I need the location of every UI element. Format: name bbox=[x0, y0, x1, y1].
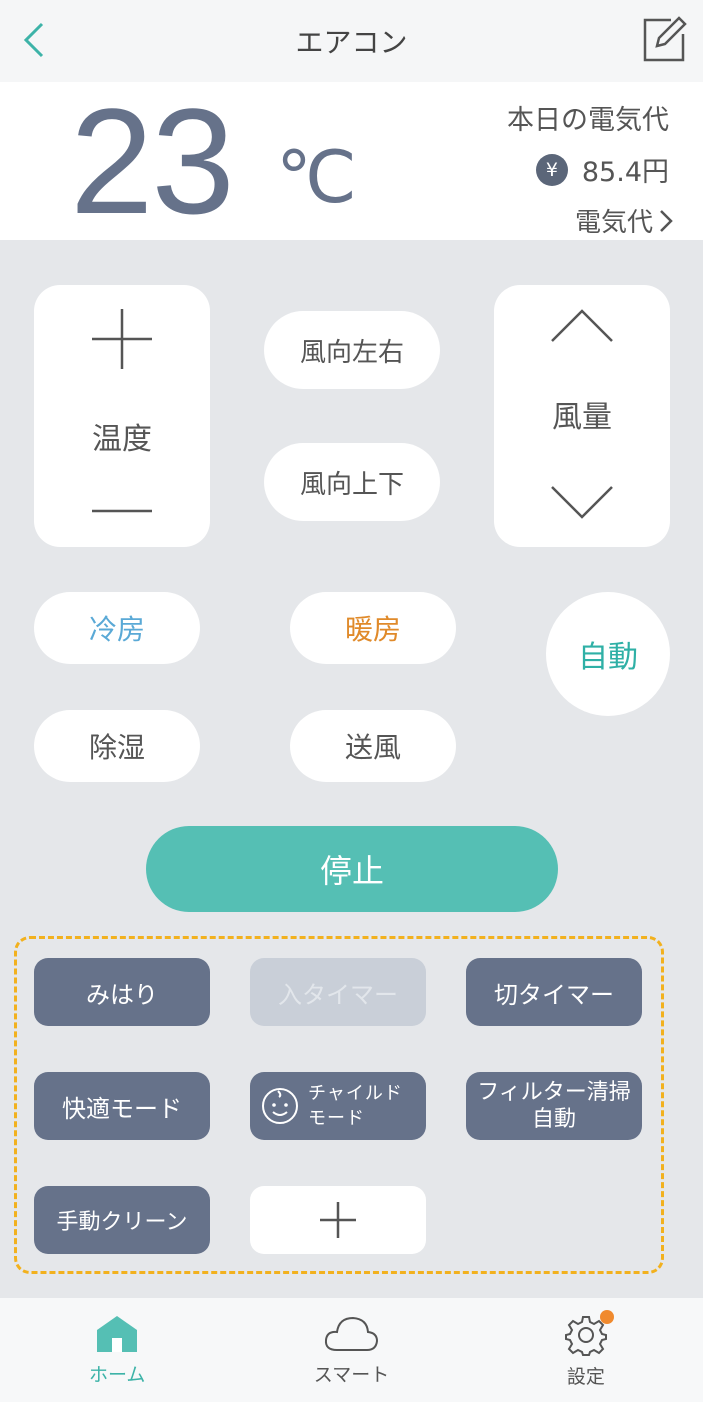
off-timer-button[interactable]: 切タイマー bbox=[466, 958, 642, 1026]
app-header bbox=[0, 0, 703, 82]
fan-speed-label: 風量 bbox=[552, 400, 612, 435]
mode-fan-button[interactable]: 送風 bbox=[290, 710, 456, 782]
manual-clean-button[interactable]: 手動クリーン bbox=[34, 1186, 210, 1254]
on-timer-button[interactable]: 入タイマー bbox=[250, 958, 426, 1026]
back-button[interactable] bbox=[14, 18, 54, 62]
notification-badge bbox=[599, 1310, 614, 1324]
add-function-button[interactable] bbox=[250, 1186, 426, 1254]
home-icon bbox=[97, 1316, 138, 1352]
child-face-icon bbox=[262, 1088, 298, 1124]
fan-speed-control: 風量 bbox=[494, 285, 670, 547]
child-mode-button[interactable]: チャイルド モード bbox=[250, 1072, 426, 1140]
chevron-right-icon bbox=[660, 209, 673, 232]
cost-row: ¥ 85.4円 bbox=[535, 150, 669, 189]
nav-smart[interactable]: スマート bbox=[234, 1298, 468, 1402]
mode-heat-button[interactable]: 暖房 bbox=[290, 592, 456, 664]
edit-button[interactable] bbox=[638, 14, 690, 66]
cost-title: 本日の電気代 bbox=[507, 105, 669, 136]
wind-direction-lr-button[interactable]: 風向左右 bbox=[264, 311, 440, 389]
nav-settings-label: 設定 bbox=[566, 1366, 605, 1388]
temperature-control: 温度 bbox=[34, 285, 210, 547]
fan-speed-down-button[interactable] bbox=[550, 483, 614, 521]
nav-home-label: ホーム bbox=[88, 1364, 146, 1386]
mode-dry-button[interactable]: 除湿 bbox=[34, 710, 200, 782]
filter-clean-auto-button[interactable]: フィルター清掃 自動 bbox=[466, 1072, 642, 1140]
temperature-unit: ℃ bbox=[276, 138, 357, 218]
temperature-down-button[interactable] bbox=[90, 501, 154, 521]
nav-settings[interactable]: 設定 bbox=[469, 1298, 703, 1402]
fan-speed-up-button[interactable] bbox=[550, 307, 614, 345]
watch-button[interactable]: みはり bbox=[34, 958, 210, 1026]
comfort-mode-button[interactable]: 快適モード bbox=[34, 1072, 210, 1140]
edit-icon bbox=[643, 16, 687, 62]
nav-smart-label: スマート bbox=[313, 1364, 390, 1386]
bottom-nav: ホーム スマート 設定 bbox=[0, 1298, 703, 1402]
mode-cool-button[interactable]: 冷房 bbox=[34, 592, 200, 664]
temperature-label: 温度 bbox=[92, 422, 152, 457]
temperature-up-button[interactable] bbox=[90, 307, 154, 371]
yen-icon: ¥ bbox=[535, 153, 568, 186]
cost-value: 85.4円 bbox=[581, 157, 669, 188]
electricity-cost-link[interactable]: 電気代 bbox=[575, 202, 673, 239]
current-temperature: 23 bbox=[70, 77, 235, 245]
chevron-left-icon bbox=[23, 22, 44, 58]
plus-icon bbox=[320, 1202, 356, 1238]
wind-direction-ud-button[interactable]: 風向上下 bbox=[264, 443, 440, 521]
mode-auto-button[interactable]: 自動 bbox=[546, 592, 670, 716]
stop-button[interactable]: 停止 bbox=[146, 826, 558, 912]
nav-home[interactable]: ホーム bbox=[0, 1298, 234, 1402]
cloud-icon bbox=[325, 1316, 379, 1351]
cost-link-label: 電気代 bbox=[574, 208, 653, 238]
child-mode-label: チャイルド モード bbox=[308, 1082, 403, 1129]
